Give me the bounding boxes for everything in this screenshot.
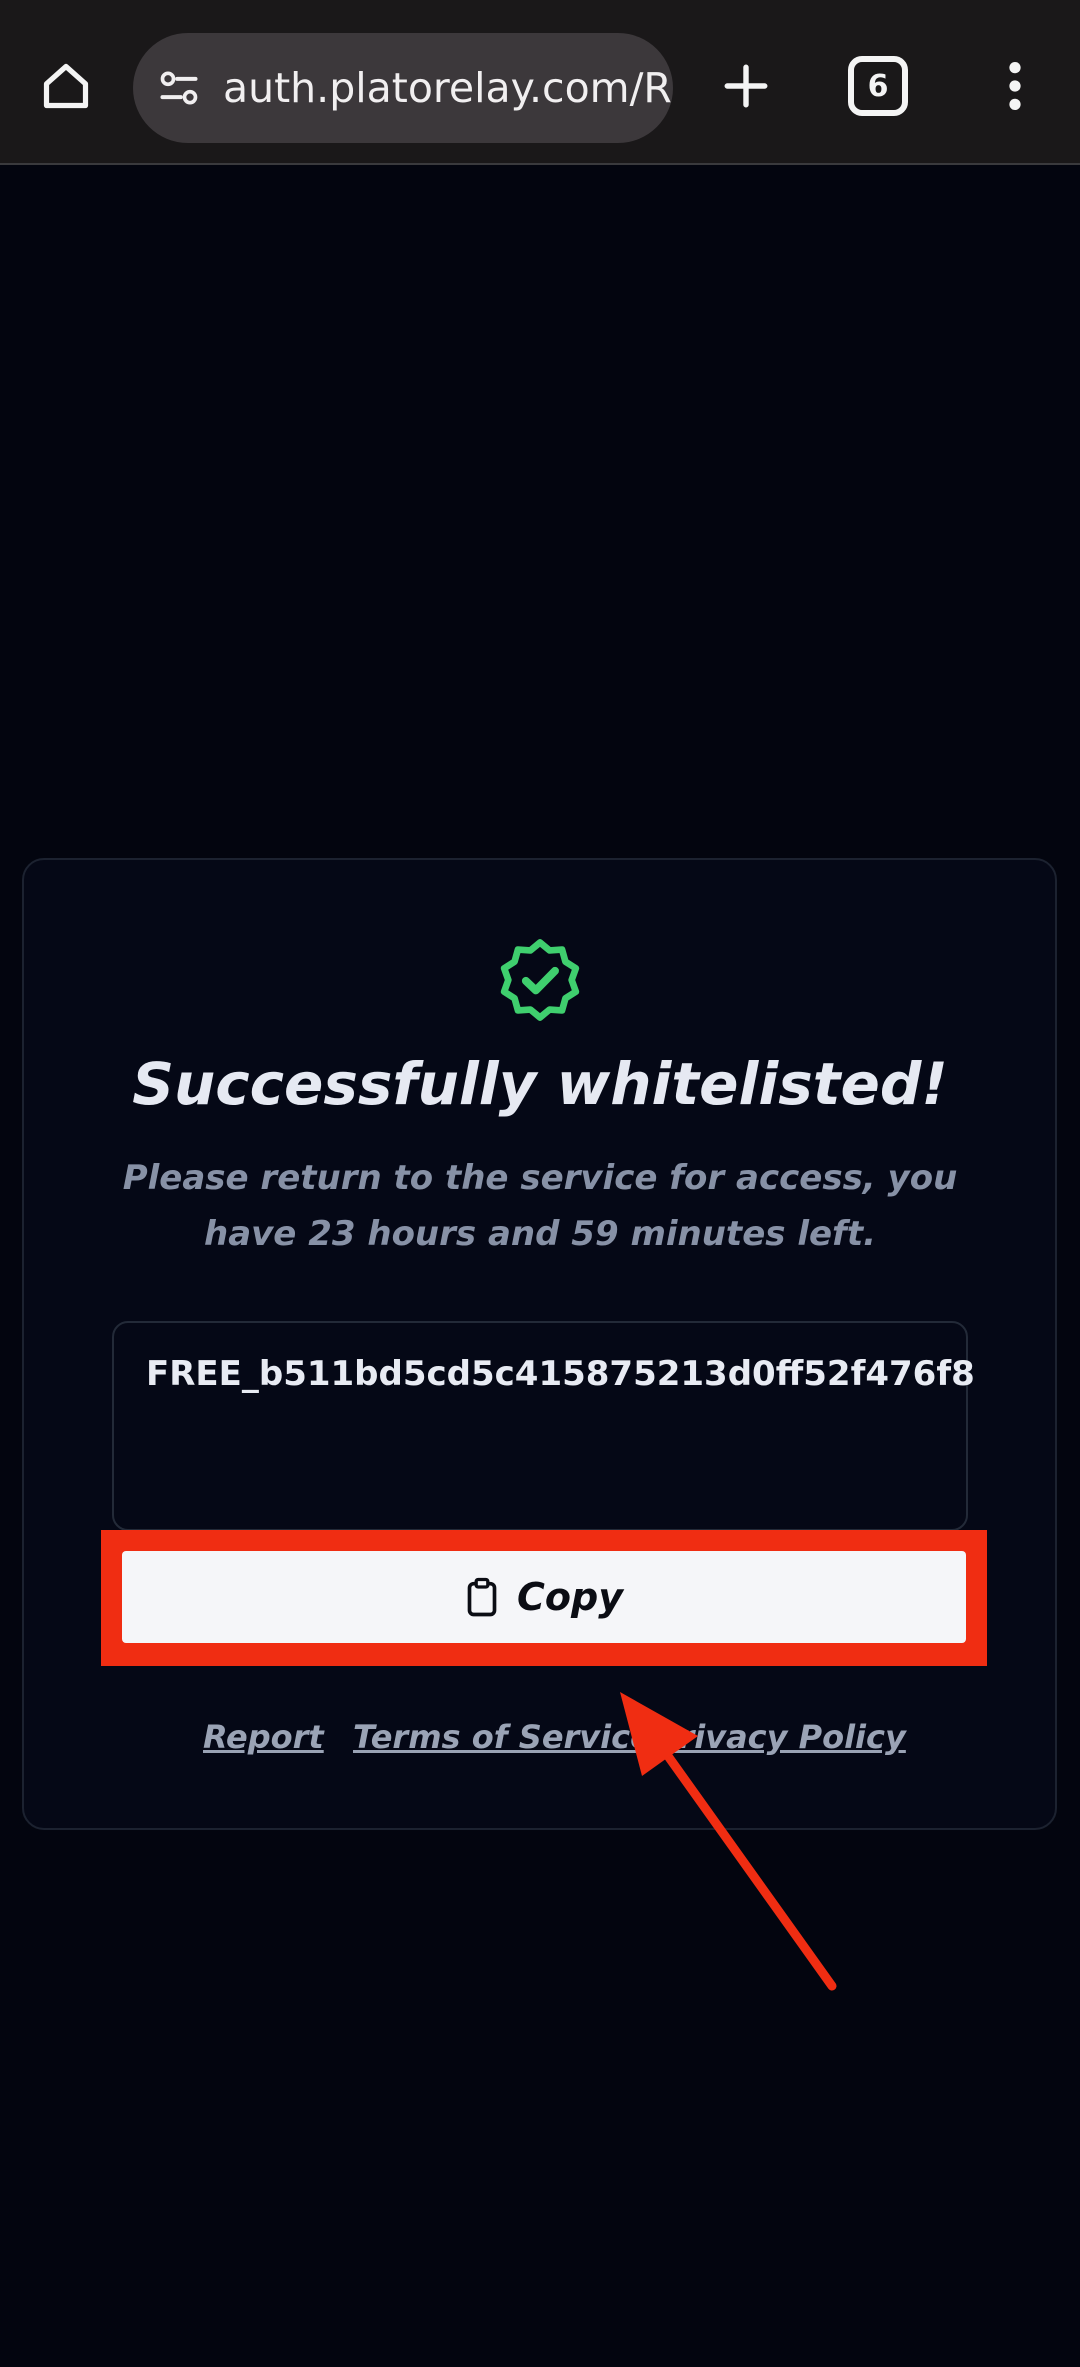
home-icon [43,63,89,109]
page-title: Successfully whitelisted! [132,1050,948,1118]
footer-links: Report Terms of Service Privacy Policy [0,1718,1080,1768]
new-tab-icon [724,64,768,108]
key-textbox[interactable] [112,1321,968,1531]
annotation-arrow-icon [620,1692,837,1991]
copy-label: Copy [517,1575,623,1619]
overflow-menu-button[interactable] [985,50,1045,122]
address-bar[interactable]: auth.platorelay.com/R [133,33,673,143]
site-settings-icon[interactable] [153,62,205,114]
home-button[interactable] [30,50,102,122]
verified-badge-icon [500,939,580,1021]
overflow-menu-icon [1009,61,1021,111]
clipboard-icon [465,1577,499,1617]
copy-button[interactable]: Copy [122,1551,966,1643]
tab-count: 6 [867,68,889,104]
url-text[interactable]: auth.platorelay.com/R [223,64,672,112]
new-tab-button[interactable] [710,50,782,122]
tab-switcher-button[interactable]: 6 [848,56,908,116]
status-message: Please return to the service for access,… [122,1158,958,1254]
browser-toolbar: auth.platorelay.com/R 6 [0,0,1080,165]
key-value[interactable]: FREE_b511bd5cd5c415875213d0ff52f476f8 [146,1354,975,1394]
report-link[interactable]: Report [203,1718,324,1756]
